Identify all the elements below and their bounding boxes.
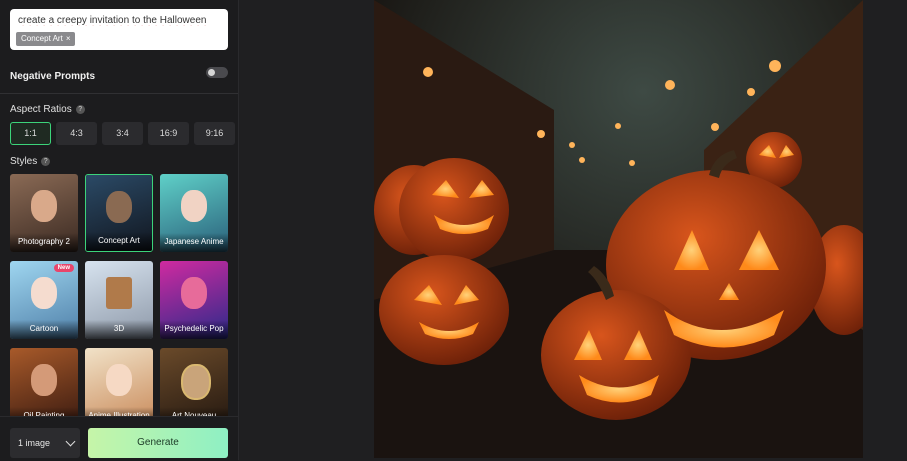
style-card-label: Japanese Anime (160, 233, 228, 252)
styles-heading: Styles? (10, 156, 51, 167)
aspect-ratios-heading: Aspect Ratios? (10, 104, 85, 115)
style-tag-label: Concept Art (21, 34, 63, 43)
toggle-knob (208, 69, 215, 76)
help-icon[interactable]: ? (41, 156, 51, 166)
style-card-label: Psychedelic Pop (160, 320, 228, 339)
style-tag: Concept Art × (16, 32, 76, 46)
styles-label: Styles (10, 156, 38, 167)
portrait-image (31, 277, 57, 309)
tag-close-icon[interactable]: × (66, 34, 71, 43)
house-image (106, 277, 132, 309)
generated-image-preview[interactable] (374, 0, 863, 458)
portrait-image (181, 364, 211, 400)
portrait-image (181, 277, 207, 309)
style-card-anime-illustration[interactable]: Anime Illustration (85, 348, 153, 416)
portrait-image (106, 191, 132, 223)
prompt-input[interactable]: create a creepy invitation to the Hallow… (10, 9, 228, 50)
style-card-label: Anime Illustration (85, 407, 153, 416)
style-card-japanese-anime[interactable]: Japanese Anime (160, 174, 228, 252)
style-card-3d[interactable]: 3D (85, 261, 153, 339)
settings-sidebar: create a creepy invitation to the Hallow… (0, 0, 239, 461)
aspect-ratio-options: 1:1 4:3 3:4 16:9 9:16 (10, 122, 235, 145)
negative-prompts-toggle[interactable] (206, 67, 228, 78)
style-card-label: Photography 2 (10, 233, 78, 252)
generate-bar: 1 image Generate (0, 416, 238, 461)
style-card-psychedelic-pop[interactable]: Psychedelic Pop (160, 261, 228, 339)
style-card-label: 3D (85, 320, 153, 339)
help-icon[interactable]: ? (75, 104, 85, 114)
style-card-cartoon[interactable]: New Cartoon (10, 261, 78, 339)
ratio-9-16[interactable]: 9:16 (194, 122, 235, 145)
generate-button[interactable]: Generate (88, 428, 228, 458)
style-card-label: Concept Art (86, 232, 152, 251)
styles-grid: Photography 2 Concept Art Japanese Anime… (10, 174, 229, 416)
image-count-select[interactable]: 1 image (10, 428, 80, 458)
halloween-pumpkins-image (374, 0, 863, 458)
portrait-image (181, 190, 207, 222)
chevron-down-icon (65, 436, 76, 447)
ratio-1-1[interactable]: 1:1 (10, 122, 51, 145)
negative-prompts-row: Negative Prompts (10, 66, 228, 82)
ratio-3-4[interactable]: 3:4 (102, 122, 143, 145)
portrait-image (106, 364, 132, 396)
divider (0, 93, 238, 94)
negative-prompts-label: Negative Prompts (10, 71, 96, 82)
portrait-image (31, 190, 57, 222)
new-badge: New (53, 264, 74, 272)
style-card-concept-art[interactable]: Concept Art (85, 174, 153, 252)
style-card-oil-painting[interactable]: Oil Painting (10, 348, 78, 416)
style-card-label: Art Nouveau (160, 407, 228, 416)
portrait-image (31, 364, 57, 396)
style-card-photography-2[interactable]: Photography 2 (10, 174, 78, 252)
style-card-label: Cartoon (10, 320, 78, 339)
style-card-label: Oil Painting (10, 407, 78, 416)
ratio-16-9[interactable]: 16:9 (148, 122, 189, 145)
aspect-ratios-label: Aspect Ratios (10, 104, 72, 115)
ratio-4-3[interactable]: 4:3 (56, 122, 97, 145)
style-card-art-nouveau[interactable]: Art Nouveau (160, 348, 228, 416)
image-count-value: 1 image (18, 438, 51, 448)
prompt-text[interactable]: create a creepy invitation to the Hallow… (18, 15, 220, 26)
